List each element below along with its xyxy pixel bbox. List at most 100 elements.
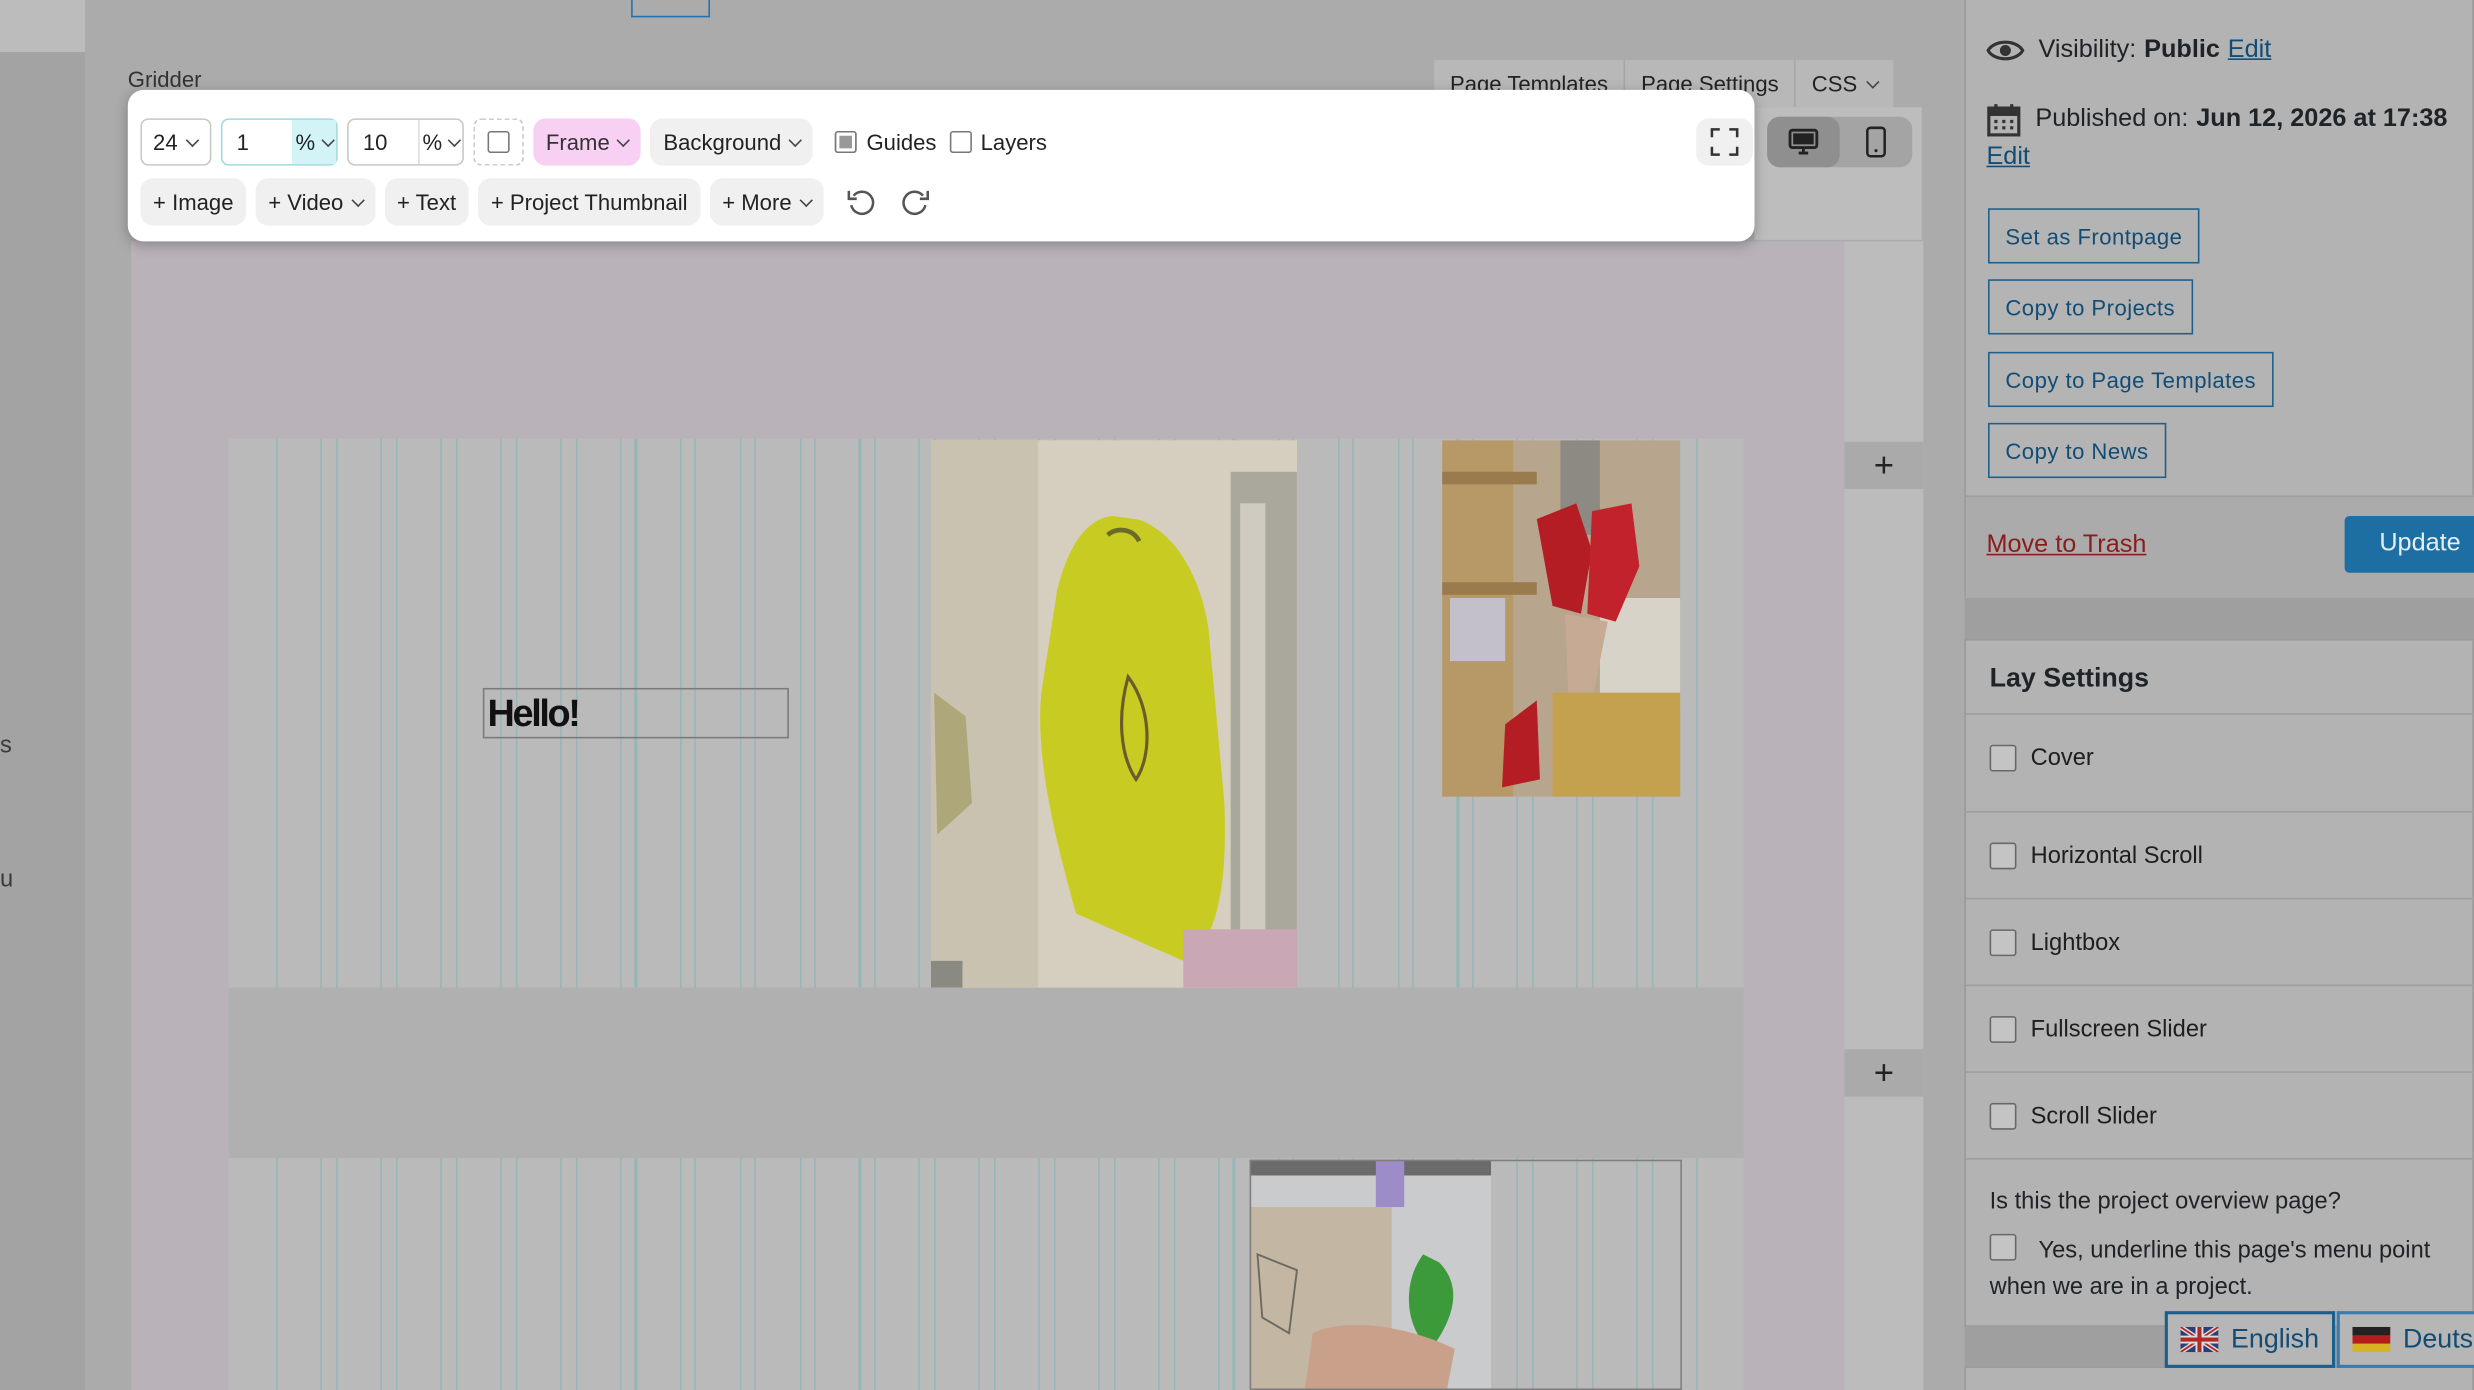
fullscreen-slider-checkbox[interactable]: [1989, 1015, 2017, 1043]
undo-button[interactable]: [833, 178, 890, 225]
column-guide-line: [933, 1158, 936, 1390]
frame-size-input[interactable]: 10: [349, 129, 412, 154]
column-guide-line: [814, 1158, 817, 1390]
visibility-value: Public: [2144, 36, 2220, 64]
frame-dropdown[interactable]: Frame: [533, 118, 642, 166]
uk-flag-icon: [2180, 1326, 2219, 1353]
column-guide-line: [1053, 1158, 1056, 1390]
add-image-button[interactable]: + Image: [140, 178, 247, 226]
visibility-row: Visibility: Public Edit: [1986, 36, 2271, 64]
copy-to-page-templates-button[interactable]: Copy to Page Templates: [1988, 351, 2274, 408]
gutter-input[interactable]: 1: [222, 129, 285, 154]
move-to-trash-link[interactable]: Move to Trash: [1986, 532, 2146, 560]
gutter-unit-select[interactable]: %: [291, 119, 337, 165]
column-guide-line: [1038, 1158, 1041, 1390]
fullscreen-icon: [1710, 128, 1739, 156]
cut-text-1: s: [0, 732, 12, 759]
background-dropdown[interactable]: Background: [650, 118, 813, 166]
frame-unit-select[interactable]: %: [418, 119, 462, 165]
redo-button[interactable]: [886, 178, 943, 225]
option-lightbox[interactable]: Lightbox: [1965, 897, 2474, 985]
column-guide-line: [874, 438, 876, 988]
column-guide-line: [335, 438, 338, 988]
visibility-edit-link[interactable]: Edit: [2228, 36, 2272, 64]
column-guide-line: [1232, 1158, 1235, 1390]
tab-css[interactable]: CSS: [1796, 60, 1894, 107]
add-project-thumbnail-button[interactable]: + Project Thumbnail: [478, 178, 701, 226]
text-element-hello[interactable]: Hello!: [482, 687, 789, 739]
column-guide-line: [1173, 1158, 1175, 1390]
overview-question: Is this the project overview page?: [1989, 1188, 2341, 1215]
image-element-raincoat[interactable]: [930, 440, 1297, 988]
frame-toggle[interactable]: [473, 118, 524, 166]
row-gap: [228, 987, 1744, 1159]
copy-to-projects-button[interactable]: Copy to Projects: [1988, 279, 2193, 335]
published-edit-link[interactable]: Edit: [1986, 144, 2030, 172]
gridder-toolbar: 24 1 % 10 % Frame Background Guides Laye…: [127, 89, 1755, 242]
copy-to-news-button[interactable]: Copy to News: [1988, 422, 2166, 479]
guides-checkbox[interactable]: [834, 130, 858, 154]
language-deutsch[interactable]: Deutsch: [2336, 1311, 2474, 1368]
gutter-field[interactable]: 1 %: [220, 118, 338, 166]
option-horizontal-scroll[interactable]: Horizontal Scroll: [1965, 810, 2474, 898]
frame-checkbox[interactable]: [487, 130, 510, 154]
admin-menu-strip: s u: [0, 0, 86, 1390]
raincoat-image: [930, 440, 1297, 988]
chevron-down-icon: [617, 132, 631, 147]
column-guide-line: [634, 1158, 637, 1390]
option-cover[interactable]: Cover: [1965, 713, 2474, 800]
add-row-button-2[interactable]: +: [1844, 1049, 1924, 1097]
column-guide-line: [1696, 1158, 1699, 1390]
overview-checkbox[interactable]: [1989, 1233, 2017, 1261]
eye-icon: [1986, 40, 2025, 61]
chevron-down-icon: [321, 132, 335, 147]
add-more-button[interactable]: + More: [709, 178, 824, 226]
guides-toggle[interactable]: Guides: [834, 129, 936, 155]
column-guide-line: [500, 1158, 503, 1390]
title-field-remnant[interactable]: [631, 0, 711, 18]
column-guide-line: [1157, 1158, 1160, 1390]
gridder-canvas: [130, 241, 1845, 1390]
german-flag-icon: [2352, 1326, 2391, 1353]
option-fullscreen-slider[interactable]: Fullscreen Slider: [1965, 984, 2474, 1072]
overview-divider: [1965, 1158, 2474, 1160]
column-guide-line: [1098, 1158, 1101, 1390]
add-row-button[interactable]: +: [1844, 441, 1924, 490]
cut-text-2: u: [0, 866, 14, 894]
column-guide-line: [395, 438, 398, 988]
column-guide-line: [858, 438, 861, 988]
frame-size-field[interactable]: 10 %: [347, 118, 464, 166]
set-as-frontpage-button[interactable]: Set as Frontpage: [1988, 208, 2200, 264]
horizontal-scroll-checkbox[interactable]: [1989, 841, 2017, 869]
add-video-button[interactable]: + Video: [255, 178, 375, 226]
layers-checkbox[interactable]: [949, 130, 972, 154]
cover-checkbox[interactable]: [1989, 743, 2017, 771]
publish-actions: Move to Trash Update: [1965, 495, 2474, 598]
add-text-button[interactable]: + Text: [384, 178, 469, 226]
lay-settings-box: Lay Settings Cover Horizontal Scroll Lig…: [1964, 639, 2474, 1327]
desktop-icon: [1788, 128, 1819, 155]
column-guide-line: [380, 1158, 383, 1390]
admin-menu-top-block: [0, 0, 86, 53]
chevron-down-icon: [448, 132, 462, 147]
scroll-slider-checkbox[interactable]: [1989, 1102, 2017, 1129]
publish-box: Visibility: Public Edit Published on: Ju…: [1964, 0, 2474, 598]
layers-toggle[interactable]: Layers: [949, 129, 1047, 155]
column-guide-line: [320, 438, 323, 988]
lightbox-checkbox[interactable]: [1989, 928, 2017, 956]
columns-select[interactable]: 24: [140, 118, 212, 166]
next-box: [1964, 1366, 2474, 1390]
column-guide-line: [799, 438, 802, 988]
desktop-view-button[interactable]: [1767, 116, 1840, 168]
option-scroll-slider[interactable]: Scroll Slider: [1965, 1071, 2474, 1158]
mobile-view-button[interactable]: [1840, 117, 1913, 167]
edit-sidebar: Visibility: Public Edit Published on: Ju…: [1964, 0, 2474, 1390]
column-guide-line: [1113, 1158, 1116, 1390]
fullscreen-button[interactable]: [1696, 118, 1753, 166]
image-element-boots[interactable]: [1442, 440, 1681, 797]
column-guide-line: [814, 438, 817, 988]
update-button[interactable]: Update: [2344, 515, 2474, 573]
chevron-down-icon: [350, 192, 365, 207]
language-english[interactable]: English: [2164, 1311, 2335, 1368]
column-guide-line: [978, 1158, 981, 1390]
